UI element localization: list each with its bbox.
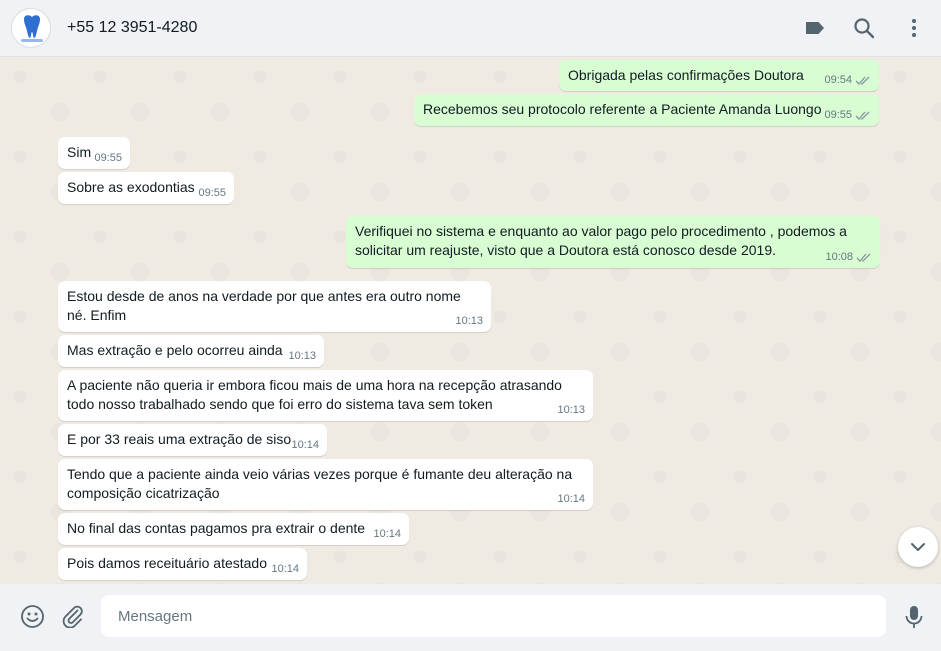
message-time: 10:14 <box>557 493 585 505</box>
message-text: Pois damos receituário atestado <box>67 555 267 571</box>
message-incoming[interactable]: Sim 09:55 <box>58 137 130 169</box>
message-text: Sobre as exodontias <box>67 179 195 195</box>
message-meta: 09:55 <box>198 187 226 199</box>
message-incoming[interactable]: Pois damos receituário atestado 10:14 <box>58 548 307 580</box>
message-input[interactable] <box>101 595 878 637</box>
message-text: No final das contas pagamos pra extrair … <box>67 520 366 536</box>
contact-name[interactable]: +55 12 3951-4280 <box>67 19 197 37</box>
tooth-logo-icon <box>21 15 43 42</box>
message-text: A paciente não queria ir embora ficou ma… <box>67 377 566 412</box>
message-time: 09:55 <box>824 109 852 121</box>
message-text: Sim <box>67 144 92 160</box>
message-time: 09:54 <box>824 74 852 86</box>
message-incoming[interactable]: E por 33 reais uma extração de siso 10:1… <box>58 424 327 456</box>
message-incoming[interactable]: No final das contas pagamos pra extrair … <box>58 513 409 545</box>
message-input-box[interactable] <box>101 595 886 637</box>
message-meta: 10:14 <box>557 493 585 505</box>
menu-icon[interactable] <box>902 16 926 40</box>
message-meta: 10:13 <box>455 315 483 327</box>
message-outgoing[interactable]: Obrigada pelas confirmações Doutora 09:5… <box>559 60 879 91</box>
message-text: Verifiquei no sistema e enquanto ao valo… <box>355 223 851 258</box>
message-meta: 10:14 <box>271 563 299 575</box>
message-text: E por 33 reais uma extração de siso <box>67 431 292 447</box>
message-list[interactable]: Obrigada pelas confirmações Doutora 09:5… <box>0 57 941 584</box>
message-time: 10:13 <box>288 350 316 362</box>
label-icon[interactable] <box>803 16 827 40</box>
message-time: 10:13 <box>455 315 483 327</box>
message-time: 09:55 <box>94 152 122 164</box>
message-meta: 10:14 <box>373 528 401 540</box>
chat-header: +55 12 3951-4280 <box>0 0 941 57</box>
message-meta: 09:55 <box>94 152 122 164</box>
message-text: Recebemos seu protocolo referente a Paci… <box>423 101 822 117</box>
composer-bar <box>0 584 941 651</box>
message-outgoing[interactable]: Recebemos seu protocolo referente a Paci… <box>414 94 879 126</box>
message-incoming[interactable]: Mas extração e pelo ocorreu ainda 10:13 <box>58 335 324 367</box>
read-ticks-icon <box>855 76 870 85</box>
message-meta: 10:14 <box>291 439 319 451</box>
message-meta: 09:54 <box>824 74 871 86</box>
scroll-down-button[interactable] <box>898 527 938 567</box>
message-outgoing[interactable]: Verifiquei no sistema e enquanto ao valo… <box>346 216 880 268</box>
read-ticks-icon <box>855 111 870 120</box>
message-time: 10:08 <box>825 251 853 263</box>
message-incoming[interactable]: A paciente não queria ir embora ficou ma… <box>58 370 593 421</box>
message-time: 10:14 <box>373 528 401 540</box>
message-text: Mas extração e pelo ocorreu ainda <box>67 342 283 358</box>
attach-icon[interactable] <box>61 604 85 628</box>
read-ticks-icon <box>856 253 871 262</box>
emoji-icon[interactable] <box>20 604 45 629</box>
contact-avatar[interactable] <box>11 8 51 48</box>
message-time: 09:55 <box>198 187 226 199</box>
message-incoming[interactable]: Estou desde de anos na verdade por que a… <box>58 281 491 332</box>
mic-icon[interactable] <box>902 604 926 630</box>
message-meta: 10:13 <box>288 350 316 362</box>
chevron-down-icon <box>911 543 925 551</box>
message-time: 10:14 <box>291 439 319 451</box>
message-text: Tendo que a paciente ainda veio várias v… <box>67 466 577 501</box>
message-time: 10:14 <box>271 563 299 575</box>
search-icon[interactable] <box>852 16 876 40</box>
message-meta: 10:13 <box>557 404 585 416</box>
message-text: Obrigada pelas confirmações Doutora <box>568 67 804 83</box>
message-incoming[interactable]: Sobre as exodontias 09:55 <box>58 172 234 204</box>
message-time: 10:13 <box>557 404 585 416</box>
message-text: Estou desde de anos na verdade por que a… <box>67 288 465 323</box>
message-incoming[interactable]: Tendo que a paciente ainda veio várias v… <box>58 459 593 510</box>
message-meta: 09:55 <box>824 109 871 121</box>
message-meta: 10:08 <box>825 251 872 263</box>
